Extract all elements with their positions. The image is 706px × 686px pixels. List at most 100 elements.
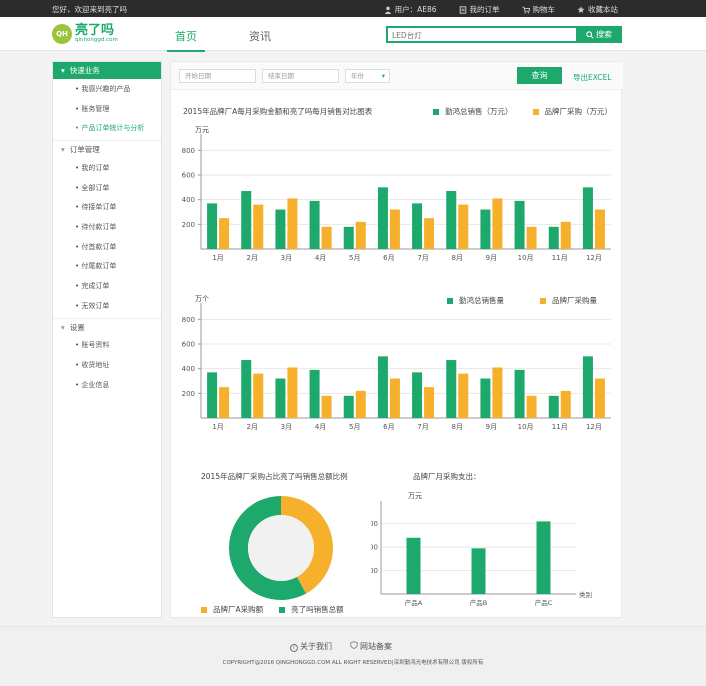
x-tick-label: 12月	[586, 254, 602, 262]
chart3-title: 2015年品牌厂采购占比亮了吗销售总额比例	[201, 472, 348, 481]
bar	[514, 200, 525, 249]
nav-home[interactable]: 首页	[167, 24, 205, 52]
bar	[471, 548, 486, 594]
sidebar-item-company-info[interactable]: • 企业信息	[53, 375, 161, 395]
end-date-input[interactable]: 结束日期	[262, 69, 339, 83]
site-logo[interactable]: QH 亮了吗 qinhonggd.com	[52, 24, 118, 44]
sidebar-item-order-statistics[interactable]: • 产品订单统计与分析	[53, 118, 161, 138]
y-tick-label: 200	[182, 221, 195, 229]
bar	[309, 369, 320, 418]
logo-badge: QH	[52, 24, 72, 44]
bar	[253, 204, 264, 249]
legend-label: 品牌厂采购（万元）	[544, 107, 613, 116]
x-tick-label: 产品B	[470, 598, 487, 607]
user-link[interactable]: 用户：AE86	[384, 4, 437, 15]
sidebar-item-completed[interactable]: • 完成订单	[53, 276, 161, 296]
sidebar-item-invalid[interactable]: • 无效订单	[53, 296, 161, 316]
x-tick-label: 3月	[281, 254, 292, 262]
sidebar-item-label: 我的订单	[81, 163, 110, 172]
year-select[interactable]: 年份 ▾	[345, 69, 390, 83]
sidebar-item-first-payment[interactable]: • 付首款订单	[53, 237, 161, 257]
legend-swatch-green	[279, 606, 286, 613]
sidebar-item-my-orders[interactable]: • 我的订单	[53, 158, 161, 178]
sidebar-item-label: 账号资料	[81, 341, 110, 350]
bar	[548, 395, 559, 418]
chart2-monthly-quantity: 200 400 600 800 1月 2月 3月 4月 5月 6月 7月 8月 9月 10月 11月 12月	[182, 303, 611, 431]
cart-link[interactable]: 购物车	[521, 4, 555, 15]
record-link[interactable]: 网站备案	[350, 641, 392, 652]
sidebar-item-pending-accept[interactable]: • 待接单订单	[53, 197, 161, 217]
sidebar-item-interested-products[interactable]: • 我感兴趣的产品	[53, 79, 161, 99]
legend-label: 勤鸿总销售（万元）	[445, 107, 513, 116]
x-axis-label: 类别	[579, 590, 592, 599]
sidebar-item-pending-payment[interactable]: • 待付款订单	[53, 217, 161, 237]
sidebar-item-final-payment[interactable]: • 付尾款订单	[53, 257, 161, 277]
export-excel-link[interactable]: 导出EXCEL	[573, 72, 612, 83]
bar	[424, 387, 435, 418]
sidebar-item-label: 账务管理	[81, 104, 110, 113]
x-tick-label: 10月	[518, 254, 534, 262]
sidebar-item-all-orders[interactable]: • 全部订单	[53, 178, 161, 198]
bar	[355, 390, 366, 418]
start-date-input[interactable]: 开始日期	[179, 69, 256, 83]
cart-icon	[521, 6, 530, 14]
bar	[253, 373, 264, 418]
orders-icon	[459, 5, 466, 14]
x-tick-label: 12月	[586, 423, 602, 431]
x-tick-label: 产品A	[405, 598, 423, 607]
sidebar-section-settings[interactable]: ▾ 设置	[53, 319, 161, 336]
y-tick-label: 200	[182, 390, 195, 398]
sidebar-section-quick[interactable]: ▾ 快速业务	[53, 62, 161, 79]
search-input[interactable]	[392, 29, 572, 41]
chevron-down-icon: ▾	[61, 322, 65, 332]
bar	[412, 203, 423, 249]
sidebar-section-orders[interactable]: ▾ 订单管理	[53, 141, 161, 158]
bar	[536, 521, 551, 594]
about-link[interactable]: i 关于我们	[290, 641, 332, 652]
sidebar-section-title: 订单管理	[69, 145, 100, 155]
x-tick-label: 4月	[315, 254, 326, 262]
x-tick-label: 2月	[247, 254, 258, 262]
search-button[interactable]: 搜索	[576, 26, 622, 43]
bar	[492, 198, 503, 249]
sidebar-item-label: 我感兴趣的产品	[81, 84, 131, 93]
bar	[321, 395, 332, 418]
bar	[275, 378, 286, 418]
bar	[241, 191, 252, 249]
bar	[594, 209, 605, 249]
sidebar-item-label: 全部订单	[81, 183, 110, 192]
bar	[446, 360, 457, 418]
filter-bar: 开始日期 结束日期 年份 ▾ 查询 导出EXCEL	[171, 62, 623, 90]
bar	[424, 218, 435, 249]
my-orders-label: 我的订单	[469, 5, 500, 14]
chevron-down-icon: ▾	[61, 145, 65, 155]
bar	[275, 209, 286, 249]
x-tick-label: 8月	[452, 254, 463, 262]
sidebar-item-account-info[interactable]: • 账号资料	[53, 336, 161, 356]
bar	[480, 209, 491, 249]
bar	[389, 378, 400, 418]
query-button[interactable]: 查询	[517, 67, 562, 84]
my-orders-link[interactable]: 我的订单	[459, 4, 500, 15]
shield-icon	[350, 641, 358, 649]
greeting-text: 您好，欢迎来到亮了吗	[52, 5, 127, 14]
chevron-down-icon: ▾	[61, 66, 65, 75]
chart4-title: 品牌厂月采购支出：	[413, 472, 481, 481]
sidebar-item-account-management[interactable]: • 账务管理	[53, 99, 161, 119]
sidebar-item-label: 付尾款订单	[81, 262, 117, 271]
nav-news[interactable]: 资讯	[241, 24, 279, 52]
bar	[480, 378, 491, 418]
year-select-label: 年份	[351, 72, 364, 80]
x-tick-label: 7月	[417, 254, 428, 262]
y-tick-label: 600	[182, 341, 195, 349]
favorite-link[interactable]: 收藏本站	[577, 4, 618, 15]
x-tick-label: 1月	[212, 254, 223, 262]
sidebar-item-label: 产品订单统计与分析	[81, 124, 145, 133]
bar	[377, 356, 388, 418]
bar	[526, 226, 537, 249]
sidebar-item-shipping-address[interactable]: • 收货地址	[53, 355, 161, 375]
main-panel: 开始日期 结束日期 年份 ▾ 查询 导出EXCEL 2015年品牌厂A每月采购金…	[170, 61, 623, 618]
bar	[343, 226, 354, 249]
bar	[548, 226, 559, 249]
search-button-label: 搜索	[596, 30, 612, 39]
